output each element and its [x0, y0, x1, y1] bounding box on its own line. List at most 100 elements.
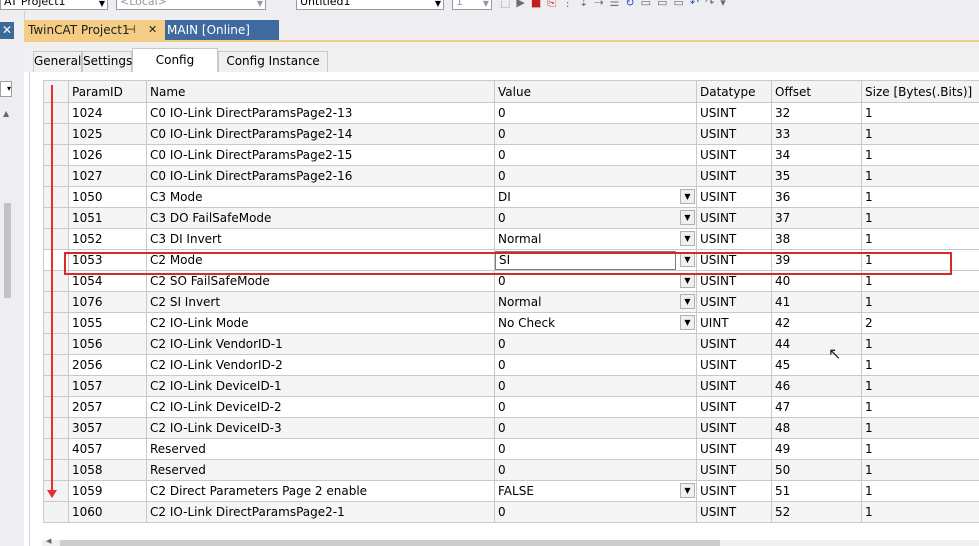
table-row[interactable]: 1054 C2 SO FailSafeMode 0 ▼ USINT 40 1 [43, 270, 979, 292]
row-header[interactable] [43, 312, 69, 334]
table-row[interactable]: 2057 C2 IO-Link DeviceID-2 0 USINT 47 1 [43, 396, 979, 418]
column-header-paramid[interactable]: ParamID [68, 80, 147, 103]
row-header[interactable] [43, 165, 69, 187]
horizontal-scrollbar[interactable]: ◀ [42, 537, 979, 546]
tab-config-instance-hex[interactable]: Config Instance (hex) [218, 51, 328, 87]
step-over-icon[interactable]: ⇢ [594, 0, 603, 10]
tab-twincat-project[interactable]: TwinCAT Project1 ⊣ ✕ [24, 20, 165, 40]
cell-value[interactable]: 0 [494, 501, 697, 523]
row-header[interactable] [43, 333, 69, 355]
table-row[interactable]: 1027 C0 IO-Link DirectParamsPage2-16 0 USIN… [43, 165, 979, 187]
cell-value[interactable]: 0 [494, 375, 697, 397]
row-header[interactable] [43, 459, 69, 481]
cell-value[interactable]: 0 ▼ [494, 270, 697, 292]
chevron-down-icon[interactable]: ▼ [680, 273, 695, 288]
table-row[interactable]: 3057 C2 IO-Link DeviceID-3 0 USINT 48 1 [43, 417, 979, 439]
table-row[interactable]: 1055 C2 IO-Link Mode No Check ▼ UINT 42 2 [43, 312, 979, 334]
cell-value[interactable]: No Check ▼ [494, 312, 697, 334]
left-panel-combo[interactable]: ▾ [0, 81, 12, 97]
table-row[interactable]: 1076 C2 SI Invert Normal ▼ USINT 41 1 [43, 291, 979, 313]
cell-value[interactable]: 0 [494, 417, 697, 439]
close-icon[interactable]: ✕ [148, 20, 157, 40]
row-header[interactable] [43, 123, 69, 145]
cell-value[interactable]: Normal ▼ [494, 291, 697, 313]
cell-value[interactable]: 0 [494, 438, 697, 460]
table-row[interactable]: 1052 C3 DI Invert Normal ▼ USINT 38 1 [43, 228, 979, 250]
step-into-icon[interactable]: ⇣ [579, 0, 588, 10]
window2-icon[interactable]: ▭ [657, 0, 667, 10]
stop-icon[interactable]: ■ [531, 0, 541, 10]
chevron-down-icon[interactable]: ▼ [680, 210, 695, 225]
tab-main-online[interactable]: MAIN [Online] [165, 20, 279, 40]
row-header[interactable] [43, 396, 69, 418]
row-header[interactable] [43, 270, 69, 292]
table-row[interactable]: 1050 C3 Mode DI ▼ USINT 36 1 [43, 186, 979, 208]
value-edit-field[interactable]: SI [495, 251, 676, 270]
cell-value[interactable]: FALSE ▼ [494, 480, 697, 502]
row-header[interactable] [43, 417, 69, 439]
column-header-name[interactable]: Name [146, 80, 495, 103]
overflow-icon[interactable]: ▾ [720, 0, 726, 10]
row-header[interactable] [43, 501, 69, 523]
project-combo[interactable]: AT Project1 ▼ [0, 0, 108, 10]
cell-value[interactable]: 0 ▼ [494, 207, 697, 229]
cell-value[interactable]: Normal ▼ [494, 228, 697, 250]
table-row[interactable]: 1024 C0 IO-Link DirectParamsPage2-13 0 USIN… [43, 102, 979, 124]
table-row[interactable]: 1025 C0 IO-Link DirectParamsPage2-14 0 USIN… [43, 123, 979, 145]
row-header[interactable] [43, 144, 69, 166]
row-header[interactable] [43, 438, 69, 460]
window3-icon[interactable]: ▭ [673, 0, 683, 10]
build-icon[interactable]: ⬚ [500, 0, 510, 10]
target-combo[interactable]: <Local> ▼ [116, 0, 266, 10]
window-icon[interactable]: ▭ [641, 0, 651, 10]
pin-icon[interactable]: ⊣ [126, 20, 136, 40]
cell-value[interactable]: 0 [494, 165, 697, 187]
chevron-down-icon[interactable]: ▼ [680, 483, 695, 498]
cell-value[interactable]: 0 [494, 102, 697, 124]
table-row[interactable]: 1060 C2 IO-Link DirectParamsPage2-1 0 USINT… [43, 501, 979, 523]
play-icon[interactable]: ▶ [516, 0, 524, 10]
redo-icon[interactable]: ↷ [705, 0, 714, 10]
table-row[interactable]: 1053 C2 Mode SI ▼ USINT 39 1 [43, 249, 979, 271]
chevron-down-icon[interactable]: ▼ [680, 189, 695, 204]
column-header-size[interactable]: Size [Bytes(.Bits)] [861, 80, 979, 103]
cell-value[interactable]: SI ▼ [494, 249, 697, 271]
tab-settings[interactable]: Settings [82, 51, 132, 72]
column-header-value[interactable]: Value [494, 80, 697, 103]
cell-value[interactable]: 0 [494, 354, 697, 376]
row-header[interactable] [43, 207, 69, 229]
chevron-down-icon[interactable]: ▼ [680, 294, 695, 309]
row-header[interactable] [43, 249, 69, 271]
chevron-down-icon[interactable]: ▼ [680, 315, 695, 330]
left-panel-scrollbar-thumb[interactable] [4, 203, 11, 298]
row-header[interactable] [43, 291, 69, 313]
step-icon[interactable]: ⋮ [562, 0, 573, 10]
list-icon[interactable]: ☰ [610, 0, 620, 10]
restart-icon[interactable]: ⎘ [547, 0, 556, 10]
cell-value[interactable]: 0 [494, 333, 697, 355]
cell-value[interactable]: 0 [494, 459, 697, 481]
tab-general[interactable]: General [33, 51, 82, 72]
column-header-datatype[interactable]: Datatype [696, 80, 772, 103]
chevron-down-icon[interactable]: ▼ [680, 231, 695, 246]
cell-value[interactable]: 0 [494, 144, 697, 166]
undo-icon[interactable]: ↶ [690, 0, 699, 10]
row-header[interactable] [43, 354, 69, 376]
table-row[interactable]: 1051 C3 DO FailSafeMode 0 ▼ USINT 37 1 [43, 207, 979, 229]
column-header-offset[interactable]: Offset [771, 80, 862, 103]
table-row[interactable]: 4057 Reserved 0 USINT 49 1 [43, 438, 979, 460]
refresh-icon[interactable]: ↻ [625, 0, 634, 10]
close-icon[interactable]: ✕ [0, 22, 14, 39]
table-row[interactable]: 1026 C0 IO-Link DirectParamsPage2-15 0 USIN… [43, 144, 979, 166]
table-row[interactable]: 1058 Reserved 0 USINT 50 1 [43, 459, 979, 481]
table-row[interactable]: 1059 C2 Direct Parameters Page 2 enable FA… [43, 480, 979, 502]
cell-value[interactable]: 0 [494, 123, 697, 145]
small-combo[interactable]: 1 ▼ [452, 0, 492, 10]
scroll-left-icon[interactable]: ◀ [46, 537, 51, 545]
config-combo[interactable]: Untitled1 ▼ [296, 0, 444, 10]
cell-value[interactable]: 0 [494, 396, 697, 418]
table-row[interactable]: 1057 C2 IO-Link DeviceID-1 0 USINT 46 1 [43, 375, 979, 397]
tab-config-instance[interactable]: Config Instance [132, 48, 218, 89]
row-header[interactable] [43, 228, 69, 250]
cell-value[interactable]: DI ▼ [494, 186, 697, 208]
